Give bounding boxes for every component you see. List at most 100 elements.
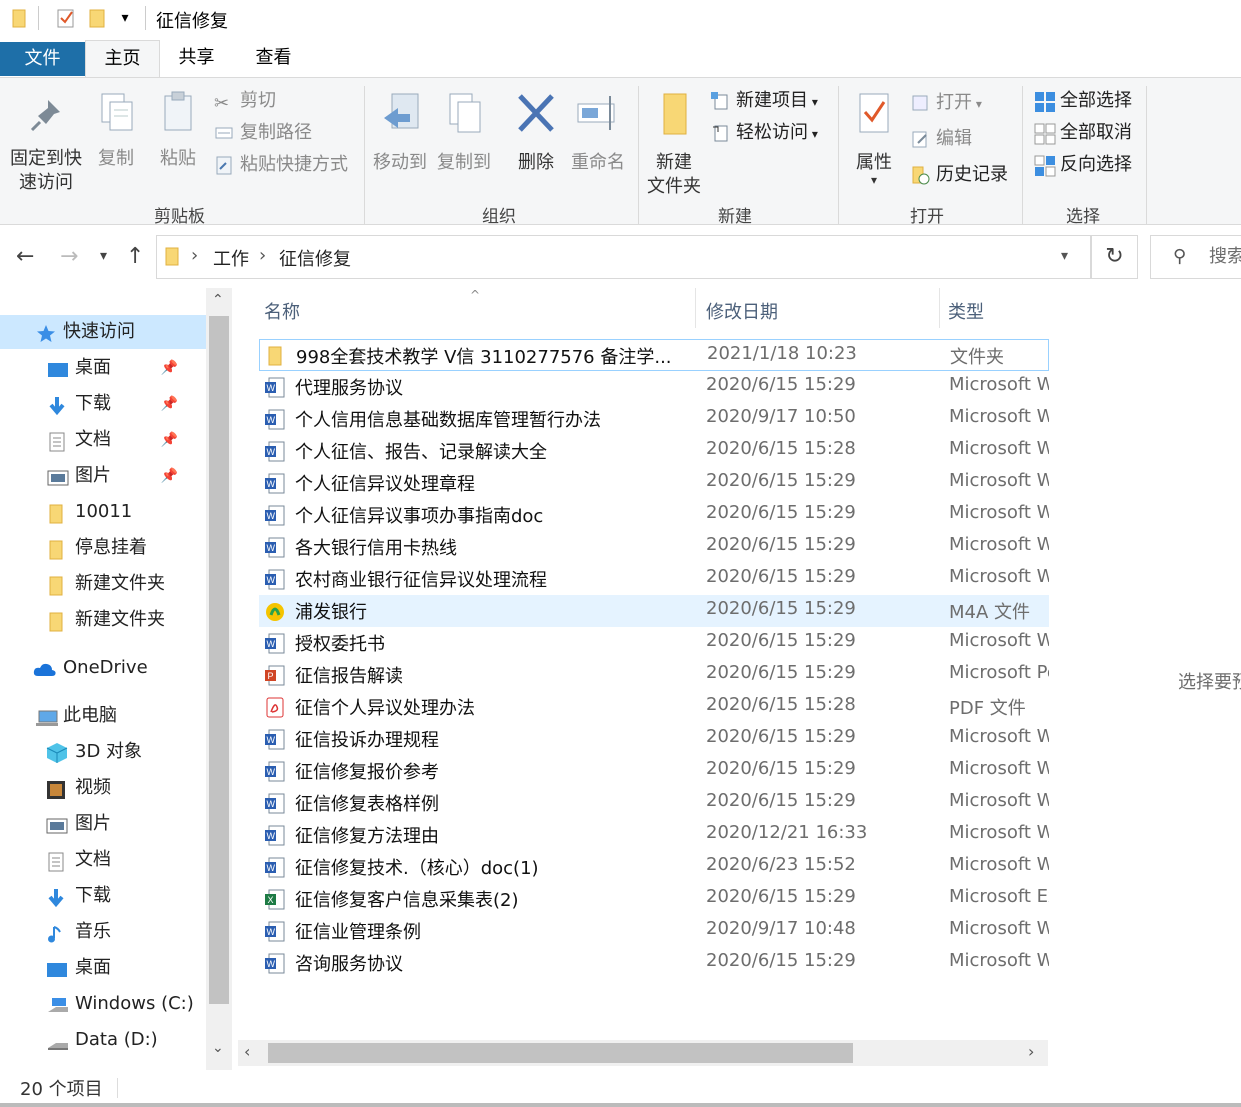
file-row[interactable]: 浦发银行 2020/6/15 15:29 M4A 文件 <box>259 595 1049 627</box>
column-header-type[interactable]: 类型 <box>948 298 984 324</box>
column-divider[interactable] <box>939 288 940 328</box>
properties-button[interactable]: 属性 ▾ <box>846 90 902 186</box>
move-to-button[interactable]: 移动到 <box>370 90 430 175</box>
nav-quick-item-label: 10011 <box>75 501 133 522</box>
file-row[interactable]: 998全套技术教学 V信 3110277576 备注学... 2021/1/18 … <box>259 339 1049 371</box>
column-divider[interactable] <box>695 288 696 328</box>
customize-dropdown-icon[interactable]: ▾ <box>116 8 134 28</box>
file-type: Microsoft W <box>949 534 1049 555</box>
nav-quick-item[interactable]: 新建文件夹 <box>0 567 206 601</box>
scroll-right-icon[interactable]: › <box>1028 1042 1034 1061</box>
file-row[interactable]: W 个人征信异议事项办事指南doc 2020/6/15 15:29 Microsoft… <box>259 499 1049 531</box>
easy-access-button[interactable]: 轻松访问 ▾ <box>710 120 818 146</box>
nav-quick-item[interactable]: 图片 📌 <box>0 459 206 493</box>
column-header-date[interactable]: 修改日期 <box>706 298 778 324</box>
forward-arrow-icon[interactable]: → <box>60 244 78 269</box>
horizontal-scroll-thumb[interactable] <box>268 1043 853 1063</box>
tab-file[interactable]: 文件 <box>0 42 85 76</box>
breadcrumb-separator-icon[interactable]: › <box>259 245 266 266</box>
select-group-label: 选择 <box>1066 207 1100 227</box>
select-all-button[interactable]: 全部选择 <box>1034 88 1132 114</box>
tab-share[interactable]: 共享 <box>160 40 233 76</box>
scroll-left-icon[interactable]: ‹ <box>244 1042 250 1061</box>
paste-shortcut-button[interactable]: 粘贴快捷方式 <box>214 152 348 178</box>
copy-path-button[interactable]: 复制路径 <box>214 120 312 146</box>
history-button[interactable]: 历史记录 <box>910 162 1008 188</box>
file-row[interactable]: W 个人信用信息基础数据库管理暂行办法 2020/9/17 10:50 Microso… <box>259 403 1049 435</box>
recent-locations-chevron-icon[interactable]: ▾ <box>100 248 107 264</box>
file-row[interactable]: W 征信投诉办理规程 2020/6/15 15:29 Microsoft W <box>259 723 1049 755</box>
nav-onedrive[interactable]: OneDrive <box>0 651 206 685</box>
file-row[interactable]: W 代理服务协议 2020/6/15 15:29 Microsoft W <box>259 371 1049 403</box>
select-all-icon <box>1034 91 1055 112</box>
file-row[interactable]: X 征信修复客户信息采集表(2) 2020/6/15 15:29 Microsoft … <box>259 883 1049 915</box>
nav-pc-item[interactable]: 下载 <box>0 879 206 913</box>
copy-to-button[interactable]: 复制到 <box>434 90 494 175</box>
nav-this-pc[interactable]: 此电脑 <box>0 699 206 733</box>
nav-pc-item[interactable]: 音乐 <box>0 915 206 949</box>
address-dropdown-icon[interactable]: ▾ <box>1061 248 1068 264</box>
properties-check-icon[interactable] <box>56 8 74 28</box>
file-row[interactable]: W 授权委托书 2020/6/15 15:29 Microsoft W <box>259 627 1049 659</box>
svg-text:W: W <box>267 639 276 649</box>
nav-pc-item[interactable]: Data (D:) <box>0 1023 206 1057</box>
breadcrumb-work[interactable]: 工作 <box>213 245 249 271</box>
nav-pc-item[interactable]: 3D 对象 <box>0 735 206 769</box>
file-row[interactable]: W 征信修复技术.（核心）doc(1) 2020/6/23 15:52 Microso… <box>259 851 1049 883</box>
nav-scrollbar[interactable]: ⌃ ⌄ <box>206 288 232 1070</box>
edit-button[interactable]: 编辑 <box>910 126 972 152</box>
tab-view[interactable]: 查看 <box>237 40 310 76</box>
file-row[interactable]: W 各大银行信用卡热线 2020/6/15 15:29 Microsoft W <box>259 531 1049 563</box>
paste-button[interactable]: 粘贴 <box>152 90 204 171</box>
breadcrumb-current[interactable]: 征信修复 <box>279 245 351 271</box>
invert-selection-button[interactable]: 反向选择 <box>1034 152 1132 178</box>
nav-scroll-thumb[interactable] <box>209 316 229 1004</box>
nav-quick-item[interactable]: 文档 📌 <box>0 423 206 457</box>
select-none-button[interactable]: 全部取消 <box>1034 120 1132 146</box>
scroll-down-icon[interactable]: ⌄ <box>212 1040 224 1056</box>
new-folder-icon[interactable] <box>88 8 106 28</box>
file-row[interactable]: W 个人征信、报告、记录解读大全 2020/6/15 15:28 Microsoft … <box>259 435 1049 467</box>
copy-button[interactable]: 复制 <box>92 90 140 171</box>
nav-pc-item[interactable]: 桌面 <box>0 951 206 985</box>
file-row[interactable]: W 咨询服务协议 2020/6/15 15:29 Microsoft W <box>259 947 1049 979</box>
nav-pc-item[interactable]: 视频 <box>0 771 206 805</box>
pin-to-quick-access-button[interactable]: 固定到快 速访问 <box>6 96 86 195</box>
tab-home[interactable]: 主页 <box>85 40 160 78</box>
nav-pc-item[interactable]: Windows (C:) <box>0 987 206 1021</box>
file-row[interactable]: W 个人征信异议处理章程 2020/6/15 15:29 Microsoft W <box>259 467 1049 499</box>
file-row[interactable]: W 征信修复表格样例 2020/6/15 15:29 Microsoft W <box>259 787 1049 819</box>
file-row[interactable]: W 农村商业银行征信异议处理流程 2020/6/15 15:29 Microsoft … <box>259 563 1049 595</box>
nav-quick-item[interactable]: 10011 <box>0 495 206 529</box>
file-row[interactable]: W 征信业管理条例 2020/9/17 10:48 Microsoft W <box>259 915 1049 947</box>
history-icon <box>910 165 930 185</box>
file-row[interactable]: W 征信修复方法理由 2020/12/21 16:33 Microsoft W <box>259 819 1049 851</box>
pin-icon: 📌 <box>160 396 178 412</box>
nav-quick-item[interactable]: 桌面 📌 <box>0 351 206 385</box>
scroll-up-icon[interactable]: ⌃ <box>212 292 224 308</box>
nav-quick-item[interactable]: 停息挂着 <box>0 531 206 565</box>
breadcrumb-separator-icon[interactable]: › <box>191 245 198 266</box>
nav-quick-item[interactable]: 新建文件夹 <box>0 603 206 637</box>
file-row[interactable]: 征信个人异议处理办法 2020/6/15 15:28 PDF 文件 <box>259 691 1049 723</box>
column-header-name[interactable]: 名称 <box>264 298 300 324</box>
new-folder-button[interactable]: 新建 文件夹 <box>644 90 704 199</box>
delete-button[interactable]: 删除 <box>510 90 562 175</box>
nav-quick-item[interactable]: 下载 📌 <box>0 387 206 421</box>
rename-button[interactable]: 重命名 <box>568 90 628 175</box>
search-input[interactable]: ⚲ 搜索 <box>1150 235 1241 279</box>
file-row[interactable]: W 征信修复报价参考 2020/6/15 15:29 Microsoft W <box>259 755 1049 787</box>
horizontal-scrollbar[interactable]: ‹ › <box>238 1040 1048 1066</box>
address-bar[interactable]: › 工作 › 征信修复 ▾ <box>156 235 1091 279</box>
back-arrow-icon[interactable]: ← <box>16 244 34 269</box>
cut-button[interactable]: ✂ 剪切 <box>214 88 276 114</box>
open-button[interactable]: 打开 ▾ <box>910 90 982 116</box>
new-item-button[interactable]: 新建项目 ▾ <box>710 88 818 114</box>
nav-pc-item[interactable]: 文档 <box>0 843 206 877</box>
refresh-button[interactable]: ↻ <box>1091 235 1138 279</box>
file-row[interactable]: P 征信报告解读 2020/6/15 15:29 Microsoft Po <box>259 659 1049 691</box>
nav-pc-item[interactable]: 图片 <box>0 807 206 841</box>
paste-shortcut-label: 粘贴快捷方式 <box>240 154 348 175</box>
up-arrow-icon[interactable]: ↑ <box>126 244 144 269</box>
nav-quick-access[interactable]: 快速访问 <box>0 315 206 349</box>
